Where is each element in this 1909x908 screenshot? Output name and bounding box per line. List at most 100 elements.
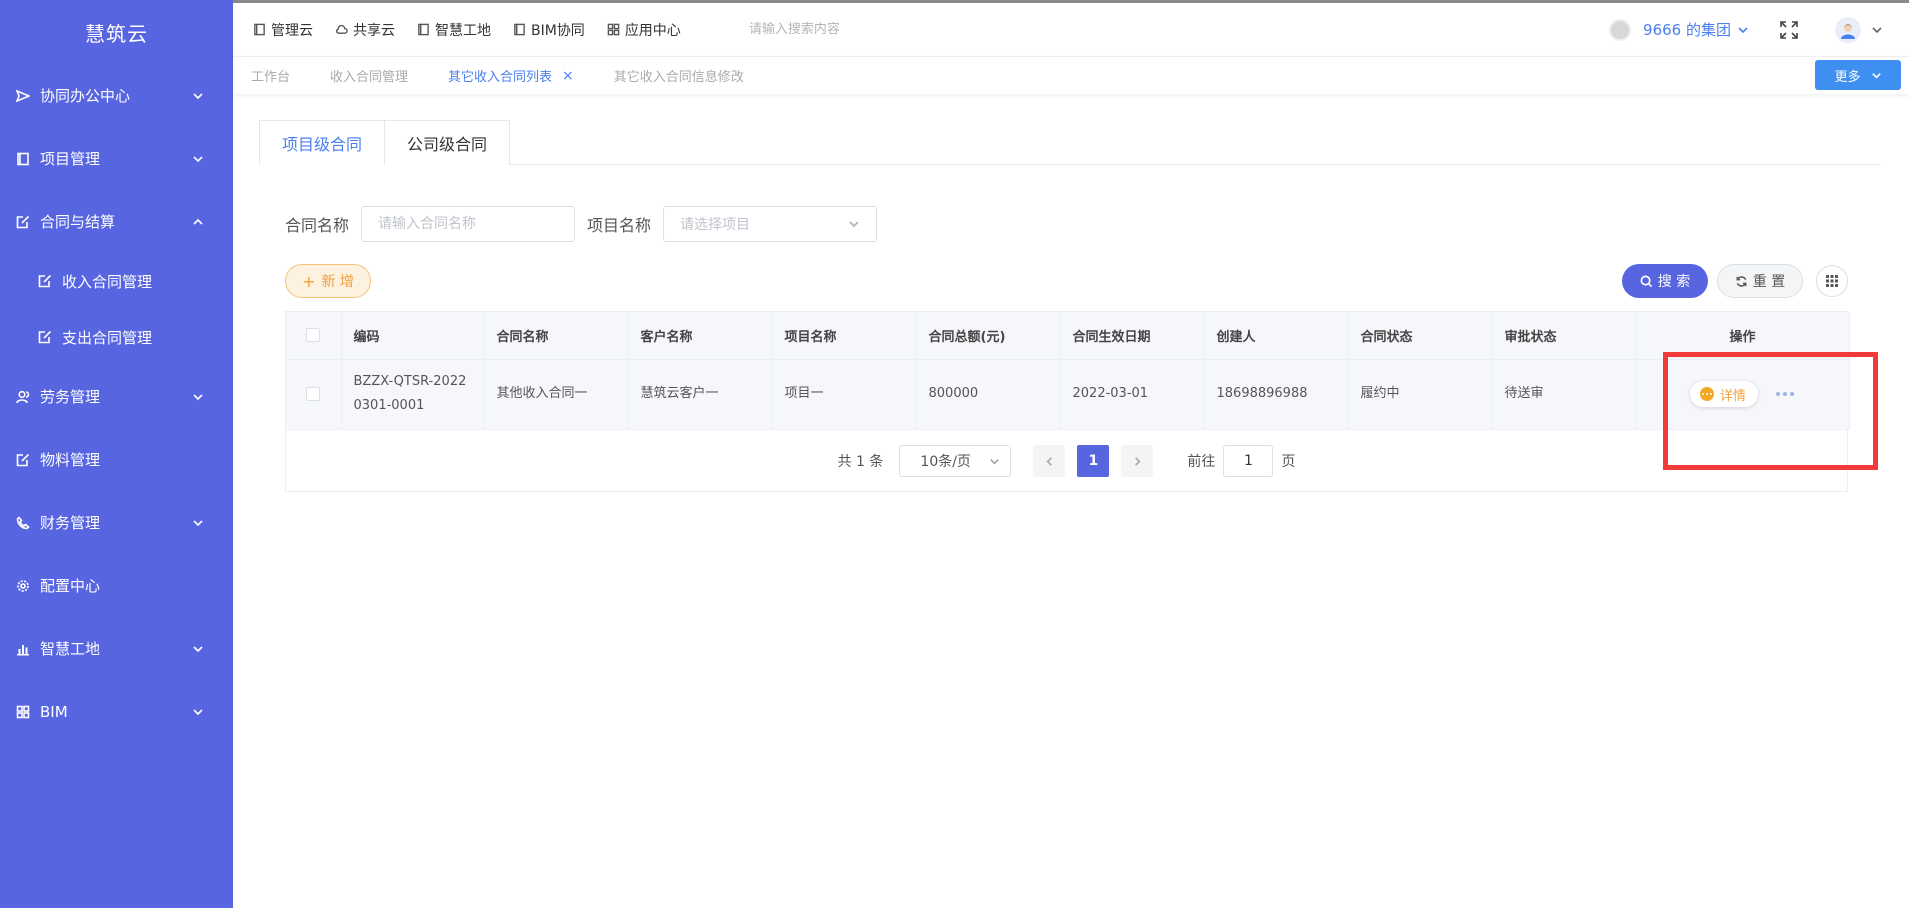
top-nav-share-cloud[interactable]: 共享云 xyxy=(335,20,395,40)
cell-amount: 800000 xyxy=(916,359,1061,430)
tab-company-level-contract[interactable]: 公司级合同 xyxy=(385,120,511,165)
org-name: 9666 的集团 xyxy=(1643,21,1731,39)
more-button[interactable]: 更多 xyxy=(1815,60,1901,90)
pagination: 共 1 条 10条/页 1 前往 页 xyxy=(286,430,1847,492)
more-circle-icon xyxy=(1699,387,1714,401)
header-creator: 创建人 xyxy=(1204,312,1349,360)
sidebar-item-label: 智慧工地 xyxy=(40,640,101,658)
page-suffix: 页 xyxy=(1281,454,1296,470)
row-checkbox-cell xyxy=(286,359,342,430)
top-nav-smart-site[interactable]: 智慧工地 xyxy=(417,20,491,40)
contract-name-label: 合同名称 xyxy=(285,216,350,235)
main-content: 项目级合同 公司级合同 合同名称 项目名称 请选择项目 + 新 增 搜 索 重 … xyxy=(259,120,1881,492)
project-name-label: 项目名称 xyxy=(587,216,652,235)
sidebar-item-config-center[interactable]: 配置中心 xyxy=(0,554,233,617)
sidebar-item-label: 物料管理 xyxy=(40,451,101,469)
sidebar-item-material-management[interactable]: 物料管理 xyxy=(0,428,233,491)
table-header-row: 编码 合同名称 客户名称 项目名称 合同总额(元) 合同生效日期 创建人 合同状… xyxy=(286,312,1850,360)
cell-date: 2022-03-01 xyxy=(1060,359,1205,430)
chevron-down-icon xyxy=(1871,72,1881,79)
org-avatar xyxy=(1609,18,1632,41)
chevron-down-icon[interactable] xyxy=(1871,24,1883,36)
row-checkbox[interactable] xyxy=(306,386,321,401)
close-icon[interactable]: × xyxy=(562,68,574,84)
sidebar-item-expense-contract[interactable]: 支出合同管理 xyxy=(0,309,233,365)
more-label: 更多 xyxy=(1834,69,1861,85)
sidebar-item-contract-settlement[interactable]: 合同与结算 xyxy=(0,190,233,253)
sidebar-item-collab-office[interactable]: 协同办公中心 xyxy=(0,64,233,127)
sidebar-item-income-contract[interactable]: 收入合同管理 xyxy=(0,253,233,309)
tab-workbench[interactable]: 工作台 xyxy=(233,57,310,95)
page-size-select[interactable]: 10条/页 xyxy=(899,445,1012,477)
chevron-down-icon xyxy=(191,390,205,404)
level-tabs: 项目级合同 公司级合同 xyxy=(259,120,1881,165)
sidebar-item-label: 合同与结算 xyxy=(40,213,116,231)
top-nav-management-cloud[interactable]: 管理云 xyxy=(253,20,313,40)
global-search-input[interactable] xyxy=(748,22,1049,37)
header-approval-status: 审批状态 xyxy=(1492,312,1637,360)
tab-label: 工作台 xyxy=(251,70,291,85)
tab-project-level-contract[interactable]: 项目级合同 xyxy=(259,120,386,165)
more-actions-icon[interactable] xyxy=(1774,392,1795,396)
cell-contract-status: 履约中 xyxy=(1348,359,1493,430)
goto-page-input[interactable] xyxy=(1223,445,1274,477)
sidebar-item-project-management[interactable]: 项目管理 xyxy=(0,127,233,190)
edit-doc-icon xyxy=(16,453,30,467)
search-button[interactable]: 搜 索 xyxy=(1622,264,1708,298)
top-nav-label: 智慧工地 xyxy=(435,22,491,39)
sidebar-item-smart-site[interactable]: 智慧工地 xyxy=(0,617,233,680)
top-nav-label: BIM协同 xyxy=(531,22,585,39)
tab-label: 其它收入合同列表 xyxy=(448,70,553,85)
bar-chart-icon xyxy=(16,642,30,656)
search-icon xyxy=(1640,275,1652,287)
book-icon xyxy=(418,23,429,36)
book-icon xyxy=(16,152,30,166)
top-nav-label: 共享云 xyxy=(353,22,395,39)
refresh-icon xyxy=(1736,275,1747,287)
column-settings-button[interactable] xyxy=(1816,265,1848,297)
top-right: 9666 的集团 xyxy=(1609,3,1909,56)
chevron-down-icon xyxy=(1738,26,1748,33)
sidebar-item-label: 劳务管理 xyxy=(40,388,101,406)
sidebar-item-finance-management[interactable]: 财务管理 xyxy=(0,491,233,554)
prev-page-button[interactable] xyxy=(1033,445,1066,477)
detail-button[interactable]: 详情 xyxy=(1689,381,1758,407)
tab-other-income-contract-edit[interactable]: 其它收入合同信息修改 xyxy=(594,57,764,95)
reset-button[interactable]: 重 置 xyxy=(1717,264,1803,298)
top-nav-label: 应用中心 xyxy=(624,22,681,39)
fullscreen-icon[interactable] xyxy=(1779,20,1799,40)
contract-name-input[interactable] xyxy=(361,206,576,242)
app-logo: 慧筑云 xyxy=(85,21,148,46)
sidebar-item-bim[interactable]: BIM xyxy=(0,680,233,743)
tab-label: 其它收入合同信息修改 xyxy=(613,70,744,85)
detail-label: 详情 xyxy=(1719,388,1746,404)
cell-creator: 18698896988 xyxy=(1204,359,1349,430)
user-avatar[interactable] xyxy=(1835,16,1861,43)
chevron-left-icon xyxy=(1046,456,1052,466)
chevron-down-icon xyxy=(191,516,205,530)
project-name-select[interactable]: 请选择项目 xyxy=(663,206,878,242)
chevron-down-icon xyxy=(191,642,205,656)
cell-contract-name: 其他收入合同一 xyxy=(484,359,629,430)
page-number-current[interactable]: 1 xyxy=(1077,445,1110,477)
next-page-button[interactable] xyxy=(1121,445,1154,477)
top-nav: 管理云 共享云 智慧工地 BIM协同 应用中心 xyxy=(233,20,703,40)
top-nav-app-center[interactable]: 应用中心 xyxy=(607,20,681,40)
cell-actions: 详情 xyxy=(1636,359,1850,430)
grid-icon xyxy=(607,23,620,36)
page-tabs-bar: 工作台 收入合同管理 其它收入合同列表 × 其它收入合同信息修改 更多 xyxy=(233,56,1909,94)
tab-income-contract-management[interactable]: 收入合同管理 xyxy=(310,57,428,95)
reset-label: 重 置 xyxy=(1752,274,1786,290)
header-contract-status: 合同状态 xyxy=(1348,312,1493,360)
add-label: 新 增 xyxy=(321,274,354,290)
select-all-checkbox[interactable] xyxy=(306,328,321,343)
cell-code: BZZX-QTSR-20220301-0001 xyxy=(341,359,485,430)
top-nav-bim-collab[interactable]: BIM协同 xyxy=(513,20,585,40)
chevron-right-icon xyxy=(1134,456,1141,466)
header-actions: 操作 xyxy=(1636,312,1850,360)
tab-other-income-contract-list[interactable]: 其它收入合同列表 × xyxy=(428,57,594,95)
add-button[interactable]: + 新 增 xyxy=(285,264,371,298)
page-size-value: 10条/页 xyxy=(920,454,971,470)
org-switcher[interactable]: 9666 的集团 xyxy=(1609,18,1749,41)
sidebar-item-labor-management[interactable]: 劳务管理 xyxy=(0,365,233,428)
